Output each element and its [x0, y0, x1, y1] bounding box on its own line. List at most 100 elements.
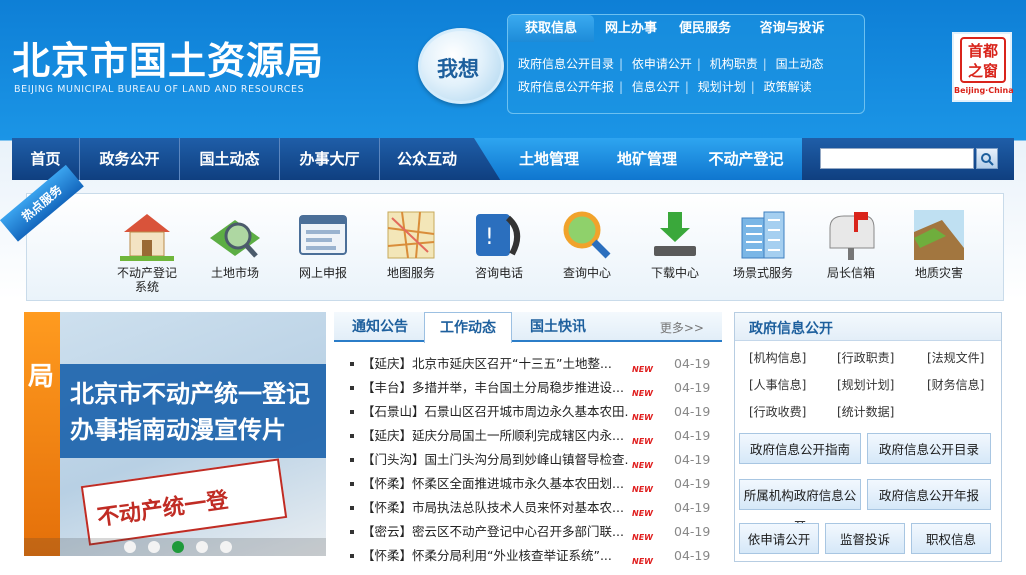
news-item[interactable]: 【密云】密云区不动产登记中心召开多部门联... NEW 04-19 — [340, 520, 722, 544]
search-input[interactable] — [820, 148, 974, 169]
news-item[interactable]: 【延庆】延庆分局国土一所顺利完成辖区内永... NEW 04-19 — [340, 424, 722, 448]
service-query-center[interactable]: 查询中心 — [547, 208, 627, 280]
news-item[interactable]: 【怀柔】市局执法总队技术人员来怀对基本农... NEW 04-19 — [340, 496, 722, 520]
gov-link[interactable]: [机构信息] — [749, 349, 806, 366]
quick-tab-service[interactable]: 便民服务 — [668, 15, 742, 42]
news-title[interactable]: 【门头沟】国土门头沟分局到妙峰山镇督导检查... — [362, 448, 628, 472]
service-label: 土地市场 — [210, 266, 259, 280]
gov-link[interactable]: [统计数据] — [837, 403, 894, 420]
tab-work-news[interactable]: 工作动态 — [424, 312, 512, 343]
quick-tab-info[interactable]: 获取信息 — [508, 15, 594, 42]
nav-real-estate-registration[interactable]: 不动产登记 — [696, 138, 796, 180]
phone-icon: ! — [472, 208, 526, 262]
tab-land-flash[interactable]: 国土快讯 — [514, 312, 602, 342]
gov-complaint-button[interactable]: 监督投诉 — [825, 523, 905, 554]
news-more-link[interactable]: 更多>> — [660, 319, 704, 336]
news-title[interactable]: 【密云】密云区不动产登记中心召开多部门联... — [362, 520, 628, 544]
gov-info-title[interactable]: 政府信息公开 — [749, 318, 833, 338]
service-consult-phone[interactable]: ! 咨询电话 — [459, 208, 539, 280]
quick-link[interactable]: 信息公开 — [632, 80, 680, 94]
wo-xiang-label: 我想 — [437, 57, 479, 81]
carousel-dot-5[interactable] — [220, 541, 232, 553]
building-icon — [736, 208, 790, 262]
gov-subordinate-button[interactable]: 所属机构政府信息公开 — [739, 479, 861, 534]
quick-links: 政府信息公开目录 | 依申请公开 | 机构职责 | 国土动态 政府信息公开年报 | 信息… — [518, 57, 824, 94]
carousel-dot-3[interactable] — [172, 541, 184, 553]
news-date: 04-19 — [674, 500, 711, 515]
nav-land-management[interactable]: 土地管理 — [506, 138, 592, 180]
nav-mineral-management[interactable]: 地矿管理 — [604, 138, 690, 180]
quick-link[interactable]: 政府信息公开年报 — [518, 80, 614, 94]
gov-link[interactable]: [财务信息] — [927, 376, 984, 393]
news-title[interactable]: 【丰台】多措并举，丰台国土分局稳步推进设... — [362, 376, 628, 400]
news-title[interactable]: 【怀柔】怀柔区全面推进城市永久基本农田划... — [362, 472, 628, 496]
service-land-market[interactable]: 土地市场 — [195, 208, 275, 280]
gov-authority-button[interactable]: 职权信息 — [911, 523, 991, 554]
news-item[interactable]: 【延庆】北京市延庆区召开“十三五”土地整... NEW 04-19 — [340, 352, 722, 376]
house-icon — [120, 208, 174, 262]
carousel-dot-2[interactable] — [148, 541, 160, 553]
gov-link[interactable]: [法规文件] — [927, 349, 984, 366]
gov-info-header: 政府信息公开 — [735, 313, 1001, 341]
gov-guide-button[interactable]: 政府信息公开指南 — [739, 433, 861, 464]
news-title[interactable]: 【怀柔】市局执法总队技术人员来怀对基本农... — [362, 496, 628, 520]
quick-link[interactable]: 政策解读 — [764, 80, 812, 94]
nav-service-hall[interactable]: 办事大厅 — [280, 138, 380, 180]
service-label: 下载中心 — [650, 266, 699, 280]
service-real-estate[interactable]: 不动产登记 系统 — [107, 208, 187, 294]
carousel-registration-card: 不动产统一登 — [80, 458, 288, 546]
news-item[interactable]: 【石景山】石景山区召开城市周边永久基本农田... NEW 04-19 — [340, 400, 722, 424]
service-download-center[interactable]: 下载中心 — [635, 208, 715, 280]
news-title[interactable]: 【延庆】北京市延庆区召开“十三五”土地整... — [362, 352, 628, 376]
gov-apply-button[interactable]: 依申请公开 — [739, 523, 819, 554]
site-title[interactable]: 北京市国土资源局 — [12, 30, 324, 85]
service-scenario[interactable]: 场景式服务 — [723, 208, 803, 280]
service-director-mailbox[interactable]: 局长信箱 — [811, 208, 891, 280]
news-date: 04-19 — [674, 452, 711, 467]
news-item[interactable]: 【门头沟】国土门头沟分局到妙峰山镇督导检查... NEW 04-19 — [340, 448, 722, 472]
gov-link[interactable]: [行政收费] — [749, 403, 806, 420]
news-tabs: 通知公告 工作动态 国土快讯 更多>> — [334, 312, 722, 343]
gov-annual-report-button[interactable]: 政府信息公开年报 — [867, 479, 991, 510]
service-label: 场景式服务 — [732, 266, 793, 280]
quick-link[interactable]: 机构职责 — [710, 57, 758, 71]
carousel-dot-4[interactable] — [196, 541, 208, 553]
news-date: 04-19 — [674, 524, 711, 539]
query-magnifier-icon — [560, 208, 614, 262]
gov-catalog-button[interactable]: 政府信息公开目录 — [867, 433, 991, 464]
news-date: 04-19 — [674, 356, 711, 371]
promo-carousel[interactable]: 局 北京市不动产统一登记 办事指南动漫宣传片 不动产统一登 — [24, 312, 326, 556]
quick-link[interactable]: 依申请公开 — [632, 57, 692, 71]
gov-link[interactable]: [人事信息] — [749, 376, 806, 393]
news-item[interactable]: 【怀柔】怀柔区全面推进城市永久基本农田划... NEW 04-19 — [340, 472, 722, 496]
service-map[interactable]: 地图服务 — [371, 208, 451, 280]
land-magnifier-icon — [208, 208, 262, 262]
gov-link[interactable]: [行政职责] — [837, 349, 894, 366]
quick-link[interactable]: 规划计划 — [698, 80, 746, 94]
news-title[interactable]: 【延庆】延庆分局国土一所顺利完成辖区内永... — [362, 424, 628, 448]
news-date: 04-19 — [674, 428, 711, 443]
nav-public-interaction[interactable]: 公众互动 — [380, 138, 474, 180]
quick-link[interactable]: 政府信息公开目录 — [518, 57, 614, 71]
news-item[interactable]: 【丰台】多措并举，丰台国土分局稳步推进设... NEW 04-19 — [340, 376, 722, 400]
nav-gov-affairs[interactable]: 政务公开 — [80, 138, 180, 180]
news-item[interactable]: 【怀柔】怀柔分局利用“外业核查举证系统”... NEW 04-19 — [340, 544, 722, 568]
beijing-window-logo[interactable]: 首都之窗 Beijing·China — [952, 32, 1014, 102]
service-online-declare[interactable]: 网上申报 — [283, 208, 363, 280]
carousel-dot-1[interactable] — [124, 541, 136, 553]
news-title[interactable]: 【怀柔】怀柔分局利用“外业核查举证系统”... — [362, 544, 628, 568]
news-date: 04-19 — [674, 476, 711, 491]
news-title[interactable]: 【石景山】石景山区召开城市周边永久基本农田... — [362, 400, 628, 424]
service-geo-disaster[interactable]: 地质灾害 — [899, 208, 979, 280]
tab-notices[interactable]: 通知公告 — [338, 312, 422, 342]
quick-tab-online[interactable]: 网上办事 — [594, 15, 668, 42]
map-icon — [384, 208, 438, 262]
nav-land-news[interactable]: 国土动态 — [180, 138, 280, 180]
news-date: 04-19 — [674, 404, 711, 419]
service-label: 局长信箱 — [826, 266, 875, 280]
quick-tab-complaint[interactable]: 咨询与投诉 — [742, 15, 842, 42]
search-button[interactable] — [976, 148, 998, 169]
site-subtitle: BEIJING MUNICIPAL BUREAU OF LAND AND RES… — [14, 84, 305, 95]
gov-link[interactable]: [规划计划] — [837, 376, 894, 393]
quick-link[interactable]: 国土动态 — [776, 57, 824, 71]
